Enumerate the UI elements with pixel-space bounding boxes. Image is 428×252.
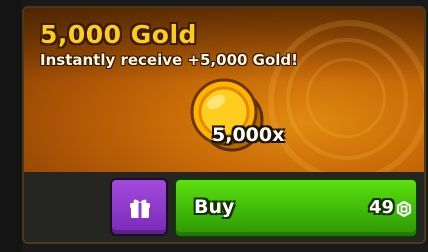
gift-icon — [130, 199, 150, 218]
robux-icon — [396, 201, 412, 217]
gold-offer-card: 5,000 Gold Instantly receive +5,000 Gold… — [22, 6, 426, 244]
offer-title: 5,000 Gold — [40, 20, 197, 49]
decor-ring — [306, 58, 386, 138]
offer-footer: Buy 49 — [24, 172, 424, 242]
offer-banner: 5,000 Gold Instantly receive +5,000 Gold… — [24, 8, 424, 172]
background-edge — [0, 0, 22, 252]
offer-quantity: 5,000x — [212, 124, 285, 146]
offer-description: Instantly receive +5,000 Gold! — [40, 51, 298, 69]
price-value: 49 — [368, 197, 394, 218]
buy-button-label: Buy — [194, 196, 235, 218]
gift-button[interactable] — [110, 178, 168, 236]
buy-button[interactable]: Buy 49 — [174, 178, 418, 238]
